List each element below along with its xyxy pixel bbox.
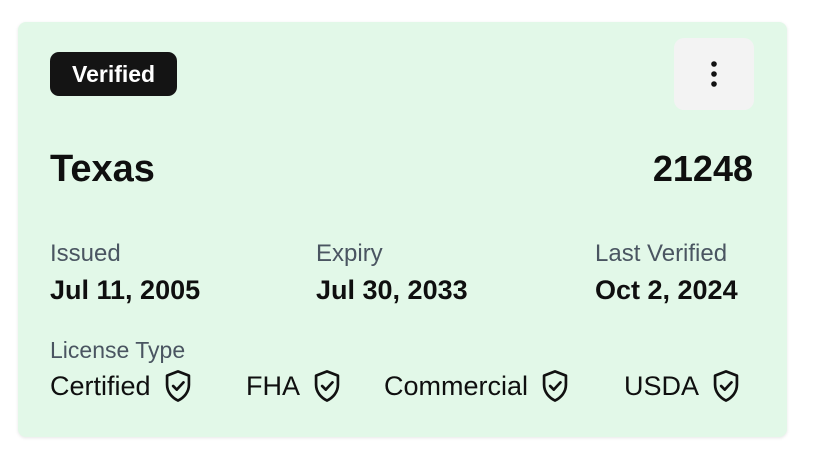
- issued-value: Jul 11, 2005: [50, 275, 201, 305]
- more-options-button[interactable]: [674, 38, 754, 110]
- license-type-fha: FHA: [246, 366, 342, 406]
- last-verified-value: Oct 2, 2024: [595, 275, 738, 305]
- license-type-name: Commercial: [384, 371, 529, 401]
- shield-check-icon: [314, 370, 340, 402]
- license-type-commercial: Commercial: [384, 366, 570, 406]
- verified-badge: Verified: [50, 52, 178, 96]
- more-vertical-icon: [711, 61, 717, 87]
- issued-label: Issued: [50, 240, 121, 267]
- shield-check-icon: [713, 370, 739, 402]
- shield-check-icon: [542, 370, 568, 402]
- license-type-name: Certified: [50, 371, 151, 401]
- license-card: Verified Texas 21248 Issued Jul 11, 2005…: [18, 22, 787, 437]
- license-type-certified: Certified: [50, 366, 193, 406]
- license-state: Texas: [50, 148, 155, 190]
- license-type-name: USDA: [624, 371, 700, 401]
- license-number: 21248: [652, 148, 753, 189]
- license-type-label: License Type: [50, 337, 186, 363]
- license-type-name: FHA: [246, 371, 300, 401]
- expiry-label: Expiry: [316, 240, 383, 267]
- expiry-value: Jul 30, 2033: [316, 275, 468, 305]
- last-verified-label: Last Verified: [595, 240, 728, 267]
- license-type-usda: USDA: [624, 366, 741, 406]
- shield-check-icon: [165, 370, 190, 402]
